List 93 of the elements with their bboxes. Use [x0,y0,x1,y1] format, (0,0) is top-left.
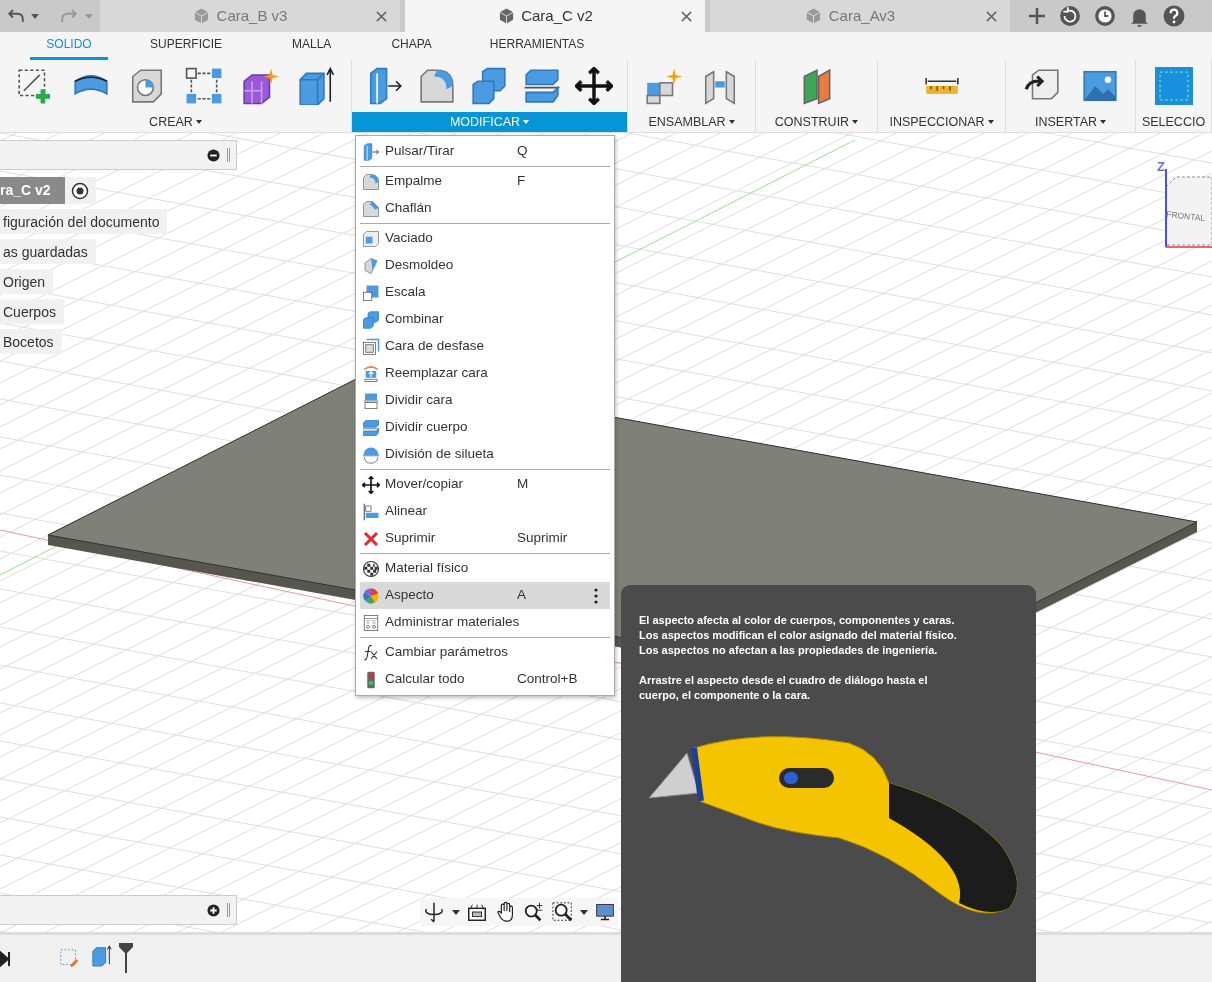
expand-icon[interactable] [207,903,220,917]
zoom-window-icon[interactable] [551,901,574,923]
refresh-icon[interactable] [1059,5,1081,27]
menu-item[interactable]: Cambiar parámetros [360,639,610,666]
tooltip-text: Arrastre el aspecto desde el cuadro de diálogo hasta el cuerpo, el componente o la cara. [639,673,929,703]
clock-icon[interactable] [1094,5,1116,27]
document-tab[interactable]: Cara_C v2 [405,0,705,32]
split-icon [362,418,380,437]
silhouette-split-icon [362,445,380,464]
push-pull-icon [362,142,380,161]
close-icon[interactable] [679,10,693,24]
scale-icon [362,283,380,302]
undo-icon[interactable] [6,7,25,25]
shell-icon [362,229,380,248]
delete-x-icon [362,529,380,548]
cube-icon [193,7,211,25]
display-icon[interactable] [594,901,615,923]
menu-item[interactable]: Escala [360,279,610,306]
sketch-feature-icon[interactable] [59,947,81,970]
chamfer-icon [362,199,380,218]
browser-item[interactable]: as guardadas [0,239,96,264]
cube-icon [805,7,823,25]
ribbon-tab[interactable]: MALLA [292,31,332,60]
blocks-icon[interactable] [470,67,509,105]
draft-icon [362,256,380,275]
browser-item[interactable]: figuración del documento [0,209,168,234]
close-icon[interactable] [984,10,998,24]
box-arrow-icon[interactable] [297,67,336,105]
offset-face-icon [362,337,380,356]
function-icon [362,643,380,662]
cube-star-icon[interactable] [644,67,682,105]
play-end-icon[interactable] [0,949,12,968]
menu-item[interactable]: Mover/copiar M [360,471,610,498]
add-icon[interactable] [1028,7,1046,25]
caret-icon[interactable] [451,909,460,915]
fillet-icon [362,172,380,191]
radio-icon[interactable] [71,181,90,200]
group-dropdown[interactable]: CONSTRUIR [756,112,877,132]
menu-item[interactable]: Suprimir Suprimir [360,525,610,552]
group-dropdown[interactable]: INSPECCIONAR [878,112,1005,132]
browser-item[interactable]: Origen [0,269,54,294]
browser-item[interactable]: Bocetos [0,329,62,354]
cube-icon [497,7,515,25]
split-face-icon [362,391,380,410]
group-dropdown[interactable]: INSERTAR [1006,112,1135,132]
view-cube-drawing[interactable] [1165,168,1212,248]
group-dropdown[interactable]: CREAR [0,112,351,132]
select-icon[interactable] [1154,67,1193,105]
menu-item[interactable]: Dividir cara [360,387,610,414]
color-wheel-icon [362,586,380,605]
menu-item[interactable]: Material físico [360,555,610,582]
materials-panel-icon [362,613,380,632]
menu-item[interactable]: Administrar materiales [360,609,610,636]
timeline-marker[interactable] [118,942,133,975]
ribbon-tab[interactable]: CHAPA [391,31,432,60]
menu-item[interactable]: Alinear [360,498,610,525]
menu-item[interactable]: Vaciado [360,225,610,252]
collapse-icon[interactable] [207,148,220,162]
checker-sphere-icon [362,559,380,578]
ribbon-tab[interactable]: HERRAMIENTAS [489,31,585,60]
cube-face-label[interactable]: FRONTAL [1165,209,1206,224]
cube-star-icon[interactable] [240,67,279,105]
menu-item[interactable]: Dividir cuerpo [360,414,610,441]
extrude-feature-icon[interactable] [90,942,113,967]
menu-item[interactable]: Aspecto A [360,582,610,609]
help-icon[interactable] [1163,5,1185,27]
align-icon [362,502,380,521]
fillet-icon[interactable] [418,67,457,105]
orbit-icon[interactable] [423,901,446,923]
replace-face-icon [362,364,380,383]
more-icon[interactable] [593,587,598,604]
close-icon[interactable] [374,10,388,24]
menu-item[interactable]: Combinar [360,306,610,333]
menu-item[interactable]: Calcular todo Control+B [360,666,610,693]
ribbon-tab[interactable]: SUPERFICIE [150,31,222,60]
browser-item[interactable]: Cuerpos [0,299,64,324]
menu-item[interactable]: Reemplazar cara [360,360,610,387]
menu-item[interactable]: Chaflán [360,195,610,222]
menu-item[interactable]: Empalme F [360,168,610,195]
move-icon[interactable] [575,67,614,105]
split-icon[interactable] [522,67,561,105]
menu-item[interactable]: División de silueta [360,441,610,468]
pattern-icon[interactable] [184,67,223,105]
menu-item[interactable]: Cara de desfase [360,333,610,360]
group-dropdown[interactable]: SELECCIO [1136,112,1211,132]
tooltip-text: El aspecto afecta al color de cuerpos, componentes y caras. Los aspectos modifican el color asignado del material físico. Los aspectos no afectan a las propiedades de ingeniería. [639,613,958,658]
menu-item[interactable]: Desmoldeo [360,252,610,279]
group-dropdown[interactable]: ENSAMBLAR [628,112,755,132]
blocks-icon [362,310,380,329]
axis-label: Z [1157,159,1165,174]
move-icon [362,475,380,494]
menu-item[interactable]: Pulsar/Tirar Q [360,138,610,165]
caret-icon[interactable] [580,909,589,915]
